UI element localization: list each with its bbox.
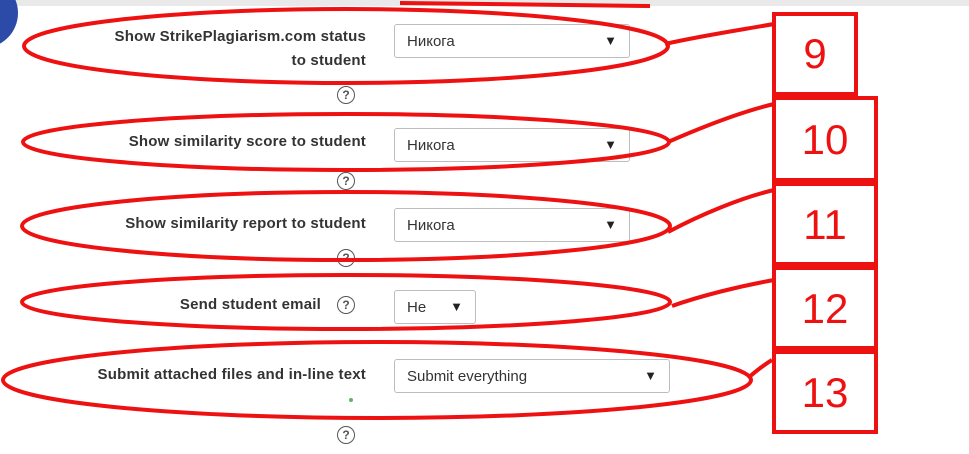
connector-12: [671, 278, 775, 308]
caret-down-icon: ▼: [604, 217, 617, 232]
help-icon[interactable]: ?: [337, 426, 355, 444]
label-send-email: Send student email: [180, 293, 321, 317]
label-submit-files: Submit attached files and in-line text: [98, 363, 366, 387]
help-icon[interactable]: ?: [337, 296, 355, 314]
label-show-report-line1: Show similarity report to student: [125, 215, 366, 232]
required-indicator: [349, 398, 353, 402]
annotation-number-9: 9: [772, 12, 858, 96]
label-show-report: Show similarity report to student: [125, 212, 366, 236]
connector-13: [746, 358, 774, 380]
help-icon[interactable]: ?: [337, 86, 355, 104]
select-send-email[interactable]: Не ▼: [394, 290, 476, 324]
annotation-number-12: 12: [772, 266, 878, 350]
select-submit-files[interactable]: Submit everything ▼: [394, 359, 670, 393]
caret-down-icon: ▼: [604, 33, 617, 48]
select-show-status[interactable]: Никога ▼: [394, 24, 630, 58]
label-show-status: Show StrikePlagiarism.com status to stud…: [115, 25, 366, 73]
label-send-email-line1: Send student email: [179, 296, 321, 313]
annotation-number-10: 10: [772, 96, 878, 182]
caret-down-icon: ▼: [604, 137, 617, 152]
caret-down-icon: ▼: [644, 368, 657, 383]
connector-9: [664, 22, 775, 46]
connector-10: [667, 102, 775, 144]
label-show-score: Show similarity score to student: [129, 130, 366, 154]
select-show-report[interactable]: Никога ▼: [394, 208, 630, 242]
select-value: Никога: [407, 33, 455, 50]
caret-down-icon: ▼: [450, 299, 463, 314]
help-icon[interactable]: ?: [337, 172, 355, 190]
annotation-label: 13: [801, 369, 849, 416]
annotation-number-13: 13: [772, 350, 878, 434]
select-show-score[interactable]: Никога ▼: [394, 128, 630, 162]
label-show-score-line1: Show similarity score to student: [128, 133, 366, 150]
annotation-label: 9: [803, 30, 827, 77]
label-show-status-line1: Show StrikePlagiarism.com status: [114, 28, 366, 45]
label-submit-files-line1: Submit attached files and in-line text: [97, 366, 366, 383]
annotation-label: 12: [801, 285, 849, 332]
top-border: [0, 0, 969, 6]
select-value: Submit everything: [407, 368, 528, 385]
help-icon[interactable]: ?: [337, 249, 355, 267]
select-value: Никога: [407, 217, 455, 234]
select-value: Никога: [407, 137, 455, 154]
select-value: Не: [407, 299, 427, 316]
label-show-status-line2: to student: [291, 52, 366, 69]
annotation-number-11: 11: [772, 182, 878, 266]
connector-11: [667, 188, 775, 234]
annotation-label: 11: [803, 201, 847, 248]
annotation-label: 10: [801, 116, 849, 163]
corner-badge: [0, 0, 18, 48]
